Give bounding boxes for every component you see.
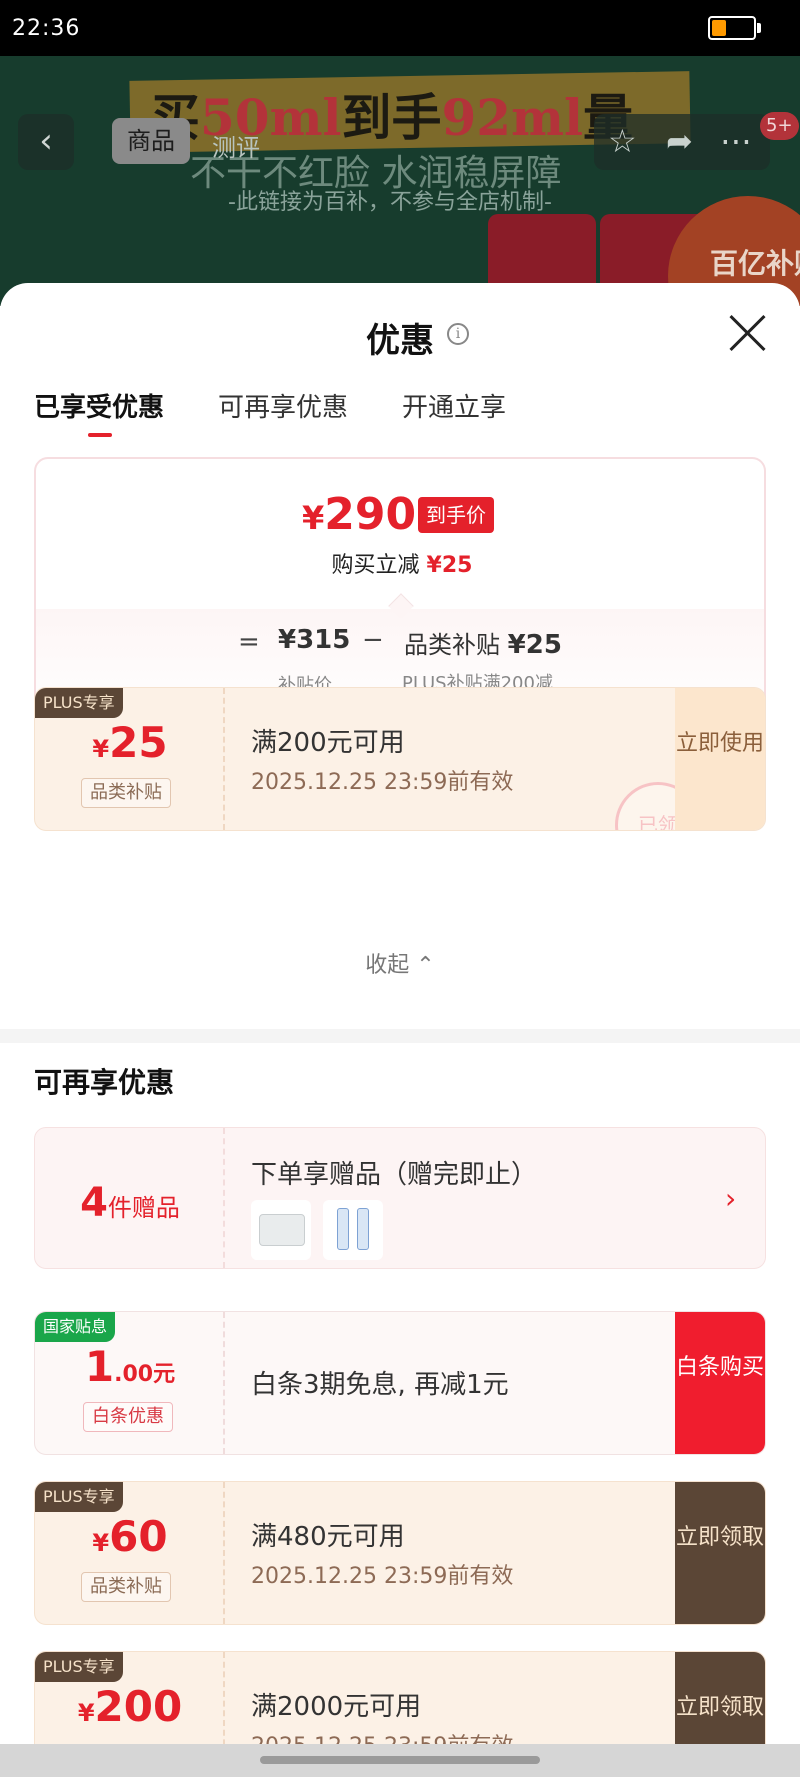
gift-count: 4件赠品 xyxy=(35,1180,225,1226)
coupon-condition: 满200元可用 xyxy=(251,728,405,758)
discount-tabs: 已享受优惠 可再享优惠 开通立享 xyxy=(0,387,800,437)
discount-sheet: 优惠 i 已享受优惠 可再享优惠 开通立享 ¥290 到手价 购买立减 ¥25 … xyxy=(0,283,800,1777)
gift-count-area: 4件赠品 xyxy=(35,1128,225,1268)
coupon-type-label: 品类补贴 xyxy=(81,1572,171,1602)
chevron-left-icon: ‹ xyxy=(39,121,53,161)
tab-active-indicator xyxy=(88,433,112,437)
coupon-amount: ¥60 xyxy=(35,1512,225,1561)
section-divider xyxy=(0,1029,800,1043)
gift-count-number: 4 xyxy=(80,1180,108,1226)
coupon-value-area: PLUS专享 ¥60 品类补贴 xyxy=(35,1482,225,1624)
plus-exclusive-tag: PLUS专享 xyxy=(35,688,123,718)
chevron-up-icon: ⌃ xyxy=(416,953,435,978)
use-now-button[interactable]: 立即使用 xyxy=(675,688,765,830)
tab-activate[interactable]: 开通立享 xyxy=(402,387,506,424)
coupon-amount: ¥25 xyxy=(35,718,225,767)
price-value: 290 xyxy=(324,489,417,540)
info-icon[interactable]: i xyxy=(447,323,469,345)
instant-reduce: 购买立减 ¥25 xyxy=(36,547,764,579)
baitiao-label: 白条优惠 xyxy=(83,1402,173,1432)
gift-count-unit: 件赠品 xyxy=(107,1194,180,1222)
category-subsidy-value: ¥25 xyxy=(507,630,562,660)
coupon-value-area: PLUS专享 ¥25 品类补贴 xyxy=(35,688,225,830)
home-indicator[interactable] xyxy=(260,1756,540,1764)
more-icon[interactable]: ⋯ xyxy=(720,122,752,160)
coupon-condition: 满2000元可用 xyxy=(251,1692,422,1722)
coupon-amount-value: 60 xyxy=(109,1512,168,1561)
sheet-title: 优惠 xyxy=(366,321,434,361)
baitiao-offer-card: 国家贴息 1.00元 白条优惠 白条3期免息, 再减1元 白条购买 xyxy=(34,1311,766,1455)
gift-thumb-cream-jar xyxy=(251,1200,311,1260)
message-count-badge: 5+ xyxy=(760,112,799,140)
baitiao-value-area: 国家贴息 1.00元 白条优惠 xyxy=(35,1312,225,1454)
baitiao-amount-dec: .00 xyxy=(114,1362,154,1387)
plus-coupon-60: PLUS专享 ¥60 品类补贴 满480元可用 2025.12.25 23:59… xyxy=(34,1481,766,1625)
status-bar: 22:36 xyxy=(0,0,800,56)
applied-coupon: PLUS专享 ¥25 品类补贴 满200元可用 2025.12.25 23:59… xyxy=(34,687,766,831)
home-indicator-bar xyxy=(0,1744,800,1777)
coupon-amount: ¥200 xyxy=(35,1682,225,1731)
gift-title: 下单享赠品（赠完即止） xyxy=(251,1160,538,1190)
nav-actions: ☆ ➦ ⋯ xyxy=(594,114,770,170)
coupon-validity: 2025.12.25 23:59前有效 xyxy=(251,1564,514,1589)
headline-mid: 到手 xyxy=(341,88,442,147)
baitiao-amount-int: 1 xyxy=(84,1342,115,1391)
gift-thumb-sample-vials xyxy=(323,1200,383,1260)
tab-review[interactable]: 测评 xyxy=(212,128,260,163)
gov-subsidy-tag: 国家贴息 xyxy=(35,1312,116,1342)
share-icon[interactable]: ➦ xyxy=(666,122,693,160)
tab-product[interactable]: 商品 xyxy=(112,118,190,164)
back-button[interactable]: ‹ xyxy=(18,114,74,170)
collapse-button[interactable]: 收起 ⌃ xyxy=(0,947,800,979)
headline-volume-b: 92ml xyxy=(441,88,583,147)
tab-more-discounts[interactable]: 可再享优惠 xyxy=(218,387,348,424)
coupon-validity: 2025.12.25 23:59前有效 xyxy=(251,770,514,795)
plus-exclusive-tag: PLUS专享 xyxy=(35,1482,123,1512)
coupon-symbol: ¥ xyxy=(77,1699,95,1727)
category-subsidy: 品类补贴 ¥25 xyxy=(404,625,562,660)
baitiao-amount-unit: 元 xyxy=(153,1362,176,1387)
close-button[interactable] xyxy=(728,313,768,353)
reduce-label: 购买立减 xyxy=(331,553,420,578)
product-banner: 买50ml到手92ml量 不干不红脸 水润稳屏障 -此链接为百补，不参与全店机制… xyxy=(0,56,800,306)
subsidy-badge-text: 百亿补贴 xyxy=(710,247,800,280)
base-price: ¥315 xyxy=(278,625,351,655)
collapse-label: 收起 xyxy=(365,953,410,978)
chevron-right-icon: › xyxy=(725,1182,737,1215)
price-symbol: ¥ xyxy=(302,499,325,537)
battery-icon xyxy=(708,16,756,40)
status-time: 22:36 xyxy=(12,16,81,41)
baitiao-amount: 1.00元 xyxy=(35,1342,225,1391)
coupon-amount-value: 200 xyxy=(94,1682,183,1731)
baitiao-title: 白条3期免息, 再减1元 xyxy=(251,1370,509,1400)
price-summary-card: ¥290 到手价 购买立减 ¥25 = ¥315 − 品类补贴 ¥25 补贴价 … xyxy=(34,457,766,717)
coupon-type-label: 品类补贴 xyxy=(81,778,171,808)
star-icon[interactable]: ☆ xyxy=(608,122,637,160)
coupon-amount-value: 25 xyxy=(109,718,168,767)
coupon-symbol: ¥ xyxy=(92,735,110,763)
equals-sign: = xyxy=(238,627,260,657)
battery-cap xyxy=(757,23,761,33)
coupon-condition: 满480元可用 xyxy=(251,1522,405,1552)
battery-level xyxy=(712,20,726,36)
claim-now-button[interactable]: 立即领取 xyxy=(675,1482,765,1624)
plus-exclusive-tag: PLUS专享 xyxy=(35,1652,123,1682)
final-price-tag: 到手价 xyxy=(418,497,494,533)
gift-offer-card[interactable]: 4件赠品 下单享赠品（赠完即止） › xyxy=(34,1127,766,1269)
reduce-value: ¥25 xyxy=(426,553,473,578)
final-price: ¥290 xyxy=(302,489,416,540)
banner-note: -此链接为百补，不参与全店机制- xyxy=(228,190,552,215)
category-subsidy-label: 品类补贴 xyxy=(404,631,500,659)
tab-applied-discounts[interactable]: 已享受优惠 xyxy=(34,387,164,424)
coupon-symbol: ¥ xyxy=(92,1529,110,1557)
baitiao-buy-button[interactable]: 白条购买 xyxy=(675,1312,765,1454)
minus-sign: − xyxy=(362,625,384,655)
section-title-more: 可再享优惠 xyxy=(34,1066,175,1099)
